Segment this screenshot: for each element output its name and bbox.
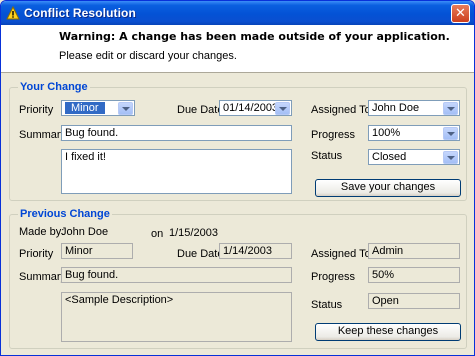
prev-assigned-to-label: Assigned To xyxy=(311,248,371,260)
instruction-text: Please edit or discard your changes. xyxy=(59,50,237,62)
conflict-resolution-window: Conflict Resolution ✕ Warning: A change … xyxy=(0,0,475,356)
assigned-to-select[interactable]: John Doe xyxy=(368,100,460,116)
prev-summary-label: Summary xyxy=(19,271,67,283)
status-select[interactable]: Closed xyxy=(368,149,460,165)
header-panel: Warning: A change has been made outside … xyxy=(1,25,474,73)
close-icon: ✕ xyxy=(455,5,466,20)
warning-message: Warning: A change has been made outside … xyxy=(59,30,450,43)
prev-due-date-label: Due Date xyxy=(177,248,224,260)
due-date-value: 01/14/2003 xyxy=(223,102,279,114)
keep-changes-button[interactable]: Keep these changes xyxy=(315,323,461,341)
save-changes-button[interactable]: Save your changes xyxy=(315,179,461,197)
progress-label: Progress xyxy=(311,129,356,141)
chevron-down-icon[interactable] xyxy=(118,102,133,115)
close-button[interactable]: ✕ xyxy=(451,4,470,23)
made-by-value: John Doe xyxy=(61,226,109,238)
prev-status-field: Open xyxy=(368,293,460,309)
prev-priority-label: Priority xyxy=(19,248,54,260)
summary-input[interactable]: Bug found. xyxy=(61,125,292,141)
due-date-picker[interactable]: 01/14/2003 xyxy=(219,100,292,116)
made-by-label: Made by: xyxy=(19,226,65,238)
description-textarea[interactable]: I fixed it! xyxy=(61,149,292,194)
status-value: Closed xyxy=(372,151,407,163)
assigned-to-label: Assigned To xyxy=(311,104,371,116)
chevron-down-icon[interactable] xyxy=(443,102,458,115)
warning-prefix: Warning: A change xyxy=(59,30,181,43)
priority-label: Priority xyxy=(19,104,54,116)
chevron-down-icon[interactable] xyxy=(443,127,458,140)
prev-progress-field: 50% xyxy=(368,267,460,283)
on-date-value: 1/15/2003 xyxy=(169,227,218,239)
warning-icon xyxy=(6,6,20,20)
due-date-label: Due Date xyxy=(177,104,224,116)
warning-bold-1: has been made xyxy=(180,30,275,43)
prev-status-label: Status xyxy=(311,299,343,311)
title-bar[interactable]: Conflict Resolution ✕ xyxy=(1,1,474,25)
prev-priority-field: Minor xyxy=(61,243,133,259)
summary-label: Summary xyxy=(19,129,67,141)
previous-change-title: Previous Change xyxy=(18,208,112,220)
window-title: Conflict Resolution xyxy=(24,6,136,20)
prev-progress-label: Progress xyxy=(311,271,356,283)
on-label: on xyxy=(151,228,164,240)
priority-value: Minor xyxy=(64,101,106,115)
prev-assigned-to-field: Admin xyxy=(368,243,460,259)
prev-summary-field: Bug found. xyxy=(61,267,292,283)
assigned-to-value: John Doe xyxy=(372,102,420,114)
chevron-down-icon[interactable] xyxy=(443,151,458,164)
prev-description-field: <Sample Description> xyxy=(61,292,292,342)
progress-value: 100% xyxy=(372,127,401,139)
priority-select[interactable]: Minor xyxy=(61,100,135,116)
progress-select[interactable]: 100% xyxy=(368,125,460,141)
prev-due-date-field: 1/14/2003 xyxy=(219,243,292,259)
warning-suffix: of your application. xyxy=(324,30,450,43)
warning-bold-2: outside xyxy=(278,30,325,43)
chevron-down-icon[interactable] xyxy=(275,102,290,115)
your-change-title: Your Change xyxy=(18,81,90,93)
status-label: Status xyxy=(311,150,343,162)
